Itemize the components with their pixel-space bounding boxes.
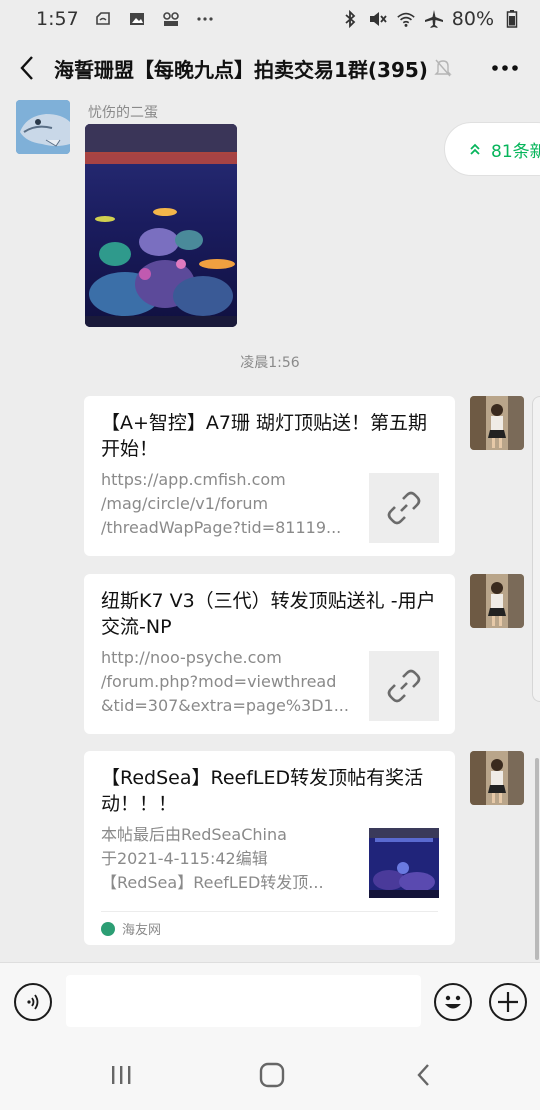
more-options-button[interactable] <box>488 56 522 80</box>
card-title: 纽斯K7 V3（三代）转发顶贴送礼 -用户交流-NP <box>101 590 436 638</box>
back-arrow-icon <box>20 56 33 80</box>
avatar[interactable] <box>16 100 70 154</box>
back-button[interactable] <box>0 38 54 98</box>
more-dots-icon <box>492 65 518 71</box>
time-divider: 凌晨1:56 <box>240 355 300 371</box>
image-message[interactable] <box>85 124 237 327</box>
new-messages-label: 81条新 <box>491 141 540 162</box>
sender-name: 忧伤的二蛋 <box>88 105 158 121</box>
battery-icon <box>502 9 522 29</box>
more-dots-icon <box>195 9 215 29</box>
link-card[interactable]: 【RedSea】ReefLED转发顶帖有奖活动！！！ 本帖最后由RedSeaCh… <box>84 751 455 945</box>
emoji-button[interactable] <box>434 983 472 1021</box>
recent-apps-icon <box>112 1066 131 1084</box>
card-source: 海友网 <box>101 911 438 945</box>
message-input[interactable] <box>66 975 421 1027</box>
link-icon <box>369 473 439 543</box>
recent-apps-button[interactable] <box>106 1060 136 1090</box>
plus-icon <box>498 992 518 1012</box>
voice-icon <box>27 994 39 1010</box>
system-navigation-bar <box>0 1040 540 1110</box>
card-title: 【A+智控】A7珊 瑚灯顶贴送！第五期开始！ <box>101 412 428 460</box>
emoji-icon <box>445 995 461 1009</box>
battery-percent: 80% <box>451 8 494 30</box>
card-description: https://app.cmfish.com /mag/circle/v1/fo… <box>101 470 342 537</box>
vibrate-mute-icon <box>368 9 388 29</box>
chat-message-list[interactable]: 忧伤的二蛋 81条新 凌晨1:56 【A+智控】A7珊 瑚灯顶贴送！第五期开始！… <box>0 98 540 962</box>
card-description: 本帖最后由RedSeaChina 于2021-4-115:42编辑 【RedSe… <box>101 825 324 892</box>
link-card[interactable]: 纽斯K7 V3（三代）转发顶贴送礼 -用户交流-NP http://noo-ps… <box>84 574 455 734</box>
plus-button[interactable] <box>489 983 527 1021</box>
wifi-icon <box>396 9 416 29</box>
image-icon <box>127 9 147 29</box>
source-logo-icon <box>101 921 115 936</box>
mute-bell-icon <box>434 57 456 79</box>
double-chevron-up-icon <box>470 143 480 155</box>
avatar[interactable] <box>470 396 524 450</box>
bluetooth-icon <box>340 9 360 29</box>
status-time: 1:57 <box>36 8 79 30</box>
side-panel-handle[interactable] <box>532 396 540 702</box>
link-icon <box>369 651 439 721</box>
card-title: 【RedSea】ReefLED转发顶帖有奖活动！！！ <box>101 767 424 815</box>
card-description: http://noo-psyche.com /forum.php?mod=vie… <box>101 648 349 715</box>
input-bar <box>0 962 540 1040</box>
chat-header: 海誓珊盟【每晚九点】拍卖交易1群(395) <box>0 38 540 98</box>
system-back-button[interactable] <box>408 1060 438 1090</box>
status-bar: 1:57 80% <box>0 0 540 38</box>
home-button[interactable] <box>257 1060 287 1090</box>
voice-button[interactable] <box>14 983 52 1021</box>
aquarium-thumbnail <box>369 828 439 898</box>
link-card[interactable]: 【A+智控】A7珊 瑚灯顶贴送！第五期开始！ https://app.cmfis… <box>84 396 455 556</box>
back-icon <box>417 1064 429 1086</box>
source-name: 海友网 <box>122 923 162 938</box>
scrollbar-thumb[interactable] <box>535 758 539 960</box>
cloud-box-icon <box>93 9 113 29</box>
airplane-icon <box>424 9 444 29</box>
avatar[interactable] <box>470 574 524 628</box>
home-icon <box>259 1062 285 1088</box>
new-messages-button[interactable]: 81条新 <box>444 122 540 176</box>
link-app-icon <box>161 9 181 29</box>
avatar[interactable] <box>470 751 524 805</box>
chat-title: 海誓珊盟【每晚九点】拍卖交易1群(395) <box>54 57 428 82</box>
